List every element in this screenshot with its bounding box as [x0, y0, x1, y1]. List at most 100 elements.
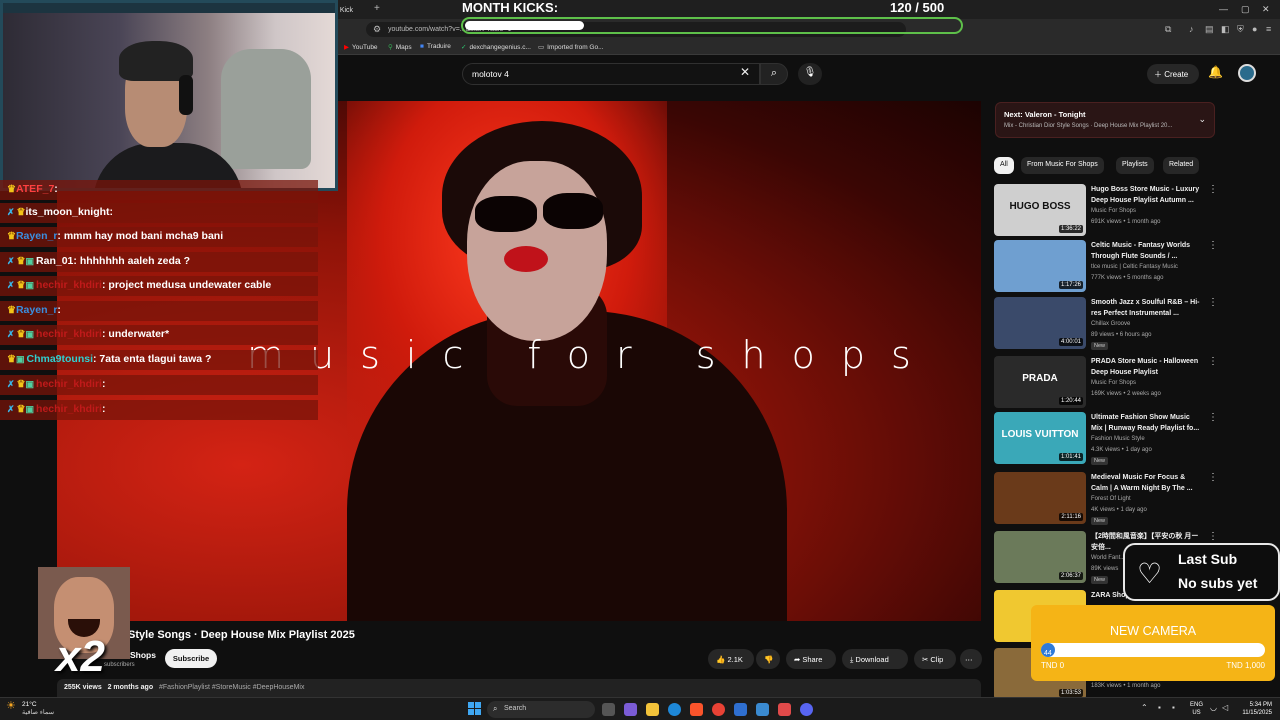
- search-input[interactable]: molotov 4: [462, 63, 760, 85]
- bookmark-dexchange[interactable]: ✓ dexchangegenius.c...: [461, 43, 531, 51]
- recommendation-channel[interactable]: Chillax Groove: [1091, 321, 1130, 327]
- more-vert-icon[interactable]: ⋮: [1208, 184, 1218, 195]
- site-info-icon[interactable]: ⚙: [373, 24, 381, 35]
- close-window-button[interactable]: ✕: [1262, 4, 1270, 15]
- task-view-icon[interactable]: [602, 703, 615, 716]
- recommendation-channel[interactable]: Music For Shops: [1091, 380, 1136, 386]
- recommendation-title[interactable]: Smooth Jazz x Soulful R&B – Hi-res Perfe…: [1091, 298, 1203, 319]
- video-thumbnail[interactable]: 2:06:37: [994, 531, 1086, 583]
- clock[interactable]: 5:34 PM 11/15/2025: [1238, 701, 1272, 717]
- bookmark-imported[interactable]: ▭ Imported from Go...: [538, 43, 604, 51]
- bookmark-traduire[interactable]: ■ Traduire: [420, 43, 451, 50]
- chat-username[interactable]: Rayen_r: [16, 230, 57, 242]
- profile-icon[interactable]: ●: [1252, 24, 1257, 34]
- video-thumbnail[interactable]: LOUIS VUITTON 1:01:41: [994, 412, 1086, 464]
- chevron-down-icon[interactable]: ⌄: [1198, 114, 1206, 125]
- file-explorer-icon[interactable]: [646, 703, 659, 716]
- app-red-icon[interactable]: [778, 703, 791, 716]
- language-indicator[interactable]: ENG US: [1190, 701, 1203, 717]
- chip-all[interactable]: All: [994, 157, 1014, 174]
- channel-name[interactable]: Shops: [130, 650, 156, 660]
- wallet-icon[interactable]: ◧: [1221, 24, 1230, 35]
- chat-username[interactable]: its_moon_knight: [26, 206, 110, 218]
- edge-icon[interactable]: [668, 703, 681, 716]
- chip-related[interactable]: Related: [1163, 157, 1200, 174]
- tray-app2-icon[interactable]: ▪: [1172, 703, 1175, 712]
- recommendation-channel[interactable]: Music For Shops: [1091, 208, 1136, 214]
- notifications-bell-icon[interactable]: 🔔: [1208, 65, 1223, 79]
- recommendation-channel[interactable]: Fashion Music Style: [1091, 436, 1145, 442]
- clear-search-icon[interactable]: ✕: [740, 65, 750, 79]
- more-vert-icon[interactable]: ⋮: [1208, 240, 1218, 251]
- maximize-button[interactable]: ▢: [1241, 4, 1250, 15]
- chat-username[interactable]: hechir_khdiri: [36, 279, 102, 291]
- menu-icon[interactable]: ≡: [1266, 24, 1271, 34]
- more-actions-button[interactable]: ⋯: [960, 649, 982, 669]
- recommendation-item[interactable]: HUGO BOSS 1:36:22 Hugo Boss Store Music - …: [994, 184, 1219, 238]
- chat-username[interactable]: hechir_khdiri: [36, 328, 102, 340]
- chat-username[interactable]: Rayen_r: [16, 304, 57, 316]
- account-avatar[interactable]: [1238, 64, 1256, 82]
- subscribe-button[interactable]: Subscribe: [165, 649, 217, 668]
- hashtags[interactable]: #FashionPlaylist #StoreMusic #DeepHouseM…: [159, 684, 305, 691]
- dislike-button[interactable]: 👎: [756, 649, 780, 669]
- taskbar-search[interactable]: ⌕ Search: [487, 701, 595, 718]
- new-tab-button[interactable]: +: [374, 3, 380, 14]
- recommendation-item[interactable]: LOUIS VUITTON 1:01:41 Ultimate Fashion Sho…: [994, 412, 1219, 466]
- chat-username[interactable]: hechir_khdiri: [36, 378, 102, 390]
- recommendation-item[interactable]: 1:17:26 Celtic Music - Fantasy Worlds Thr…: [994, 240, 1219, 294]
- video-thumbnail[interactable]: 1:17:26: [994, 240, 1086, 292]
- more-vert-icon[interactable]: ⋮: [1208, 412, 1218, 423]
- recommendation-title[interactable]: Hugo Boss Store Music - Luxury Deep Hous…: [1091, 185, 1203, 206]
- recommendation-title[interactable]: PRADA Store Music - Halloween Deep House…: [1091, 357, 1203, 378]
- chip-from-music-for-shops[interactable]: From Music For Shops: [1021, 157, 1104, 174]
- more-vert-icon[interactable]: ⋮: [1208, 356, 1218, 367]
- shield-icon[interactable]: ⛨: [1237, 24, 1244, 35]
- video-thumbnail[interactable]: PRADA 1:20:44: [994, 356, 1086, 408]
- recommendation-item[interactable]: PRADA 1:20:44 PRADA Store Music - Hallowee…: [994, 356, 1219, 410]
- search-button[interactable]: ⌕: [760, 63, 788, 85]
- app-icon[interactable]: [734, 703, 747, 716]
- up-next-panel[interactable]: Next: Valeron - Tonight Mix - Christian …: [995, 102, 1215, 138]
- share-button[interactable]: ➦ Share: [786, 649, 836, 669]
- video-thumbnail[interactable]: HUGO BOSS 1:36:22: [994, 184, 1086, 236]
- recommendation-item[interactable]: 2:11:16 Medieval Music For Focus & Calm |…: [994, 472, 1219, 526]
- tray-app-icon[interactable]: ▪: [1158, 703, 1161, 712]
- discord-icon[interactable]: [800, 703, 813, 716]
- chrome-icon[interactable]: [712, 703, 725, 716]
- chat-username[interactable]: ATEF_7: [16, 183, 54, 195]
- like-button[interactable]: 👍 2.1K: [708, 649, 754, 669]
- chip-playlists[interactable]: Playlists: [1116, 157, 1154, 174]
- description-box[interactable]: 255K views 2 months ago #FashionPlaylist…: [57, 679, 981, 697]
- photos-icon[interactable]: [756, 703, 769, 716]
- chat-username[interactable]: hechir_khdiri: [36, 403, 102, 415]
- music-icon[interactable]: ♪: [1189, 24, 1194, 34]
- recommendation-title[interactable]: Ultimate Fashion Show Music Mix | Runway…: [1091, 413, 1203, 434]
- recommendation-title[interactable]: Medieval Music For Focus & Calm | A Warm…: [1091, 473, 1203, 494]
- copilot-icon[interactable]: [624, 703, 637, 716]
- more-vert-icon[interactable]: ⋮: [1208, 472, 1218, 483]
- bookmark-youtube[interactable]: ▶ YouTube: [344, 43, 378, 51]
- video-thumbnail[interactable]: 4:00:01: [994, 297, 1086, 349]
- extensions-icon[interactable]: ⧉: [1165, 24, 1171, 35]
- wifi-icon[interactable]: ◡: [1210, 703, 1217, 712]
- volume-icon[interactable]: ◁: [1222, 703, 1228, 712]
- bookmark-maps[interactable]: ⚲ Maps: [388, 43, 412, 51]
- minimize-button[interactable]: —: [1219, 4, 1228, 14]
- recommendation-channel[interactable]: tlce music | Celtic Fantasy Music: [1091, 264, 1178, 270]
- video-thumbnail[interactable]: 2:11:16: [994, 472, 1086, 524]
- recommendation-channel[interactable]: Forest Of Light: [1091, 496, 1131, 502]
- sidebar-icon[interactable]: ▤: [1205, 24, 1214, 35]
- start-button[interactable]: [468, 702, 482, 716]
- chat-username[interactable]: Ran_01: [36, 255, 73, 267]
- more-vert-icon[interactable]: ⋮: [1208, 297, 1218, 308]
- download-button[interactable]: ⤓ Download: [842, 649, 908, 669]
- create-button[interactable]: ＋ Create: [1147, 64, 1199, 84]
- chat-username[interactable]: Chma9tounsi: [26, 353, 93, 365]
- clip-button[interactable]: ✂ Clip: [914, 649, 956, 669]
- recommendation-title[interactable]: Celtic Music - Fantasy Worlds Through Fl…: [1091, 241, 1203, 262]
- voice-search-button[interactable]: 🎙: [798, 63, 822, 85]
- recommendation-item[interactable]: 4:00:01 Smooth Jazz x Soulful R&B – Hi-re…: [994, 297, 1219, 351]
- brave-icon[interactable]: [690, 703, 703, 716]
- recommendation-channel[interactable]: World Fant...: [1091, 555, 1125, 561]
